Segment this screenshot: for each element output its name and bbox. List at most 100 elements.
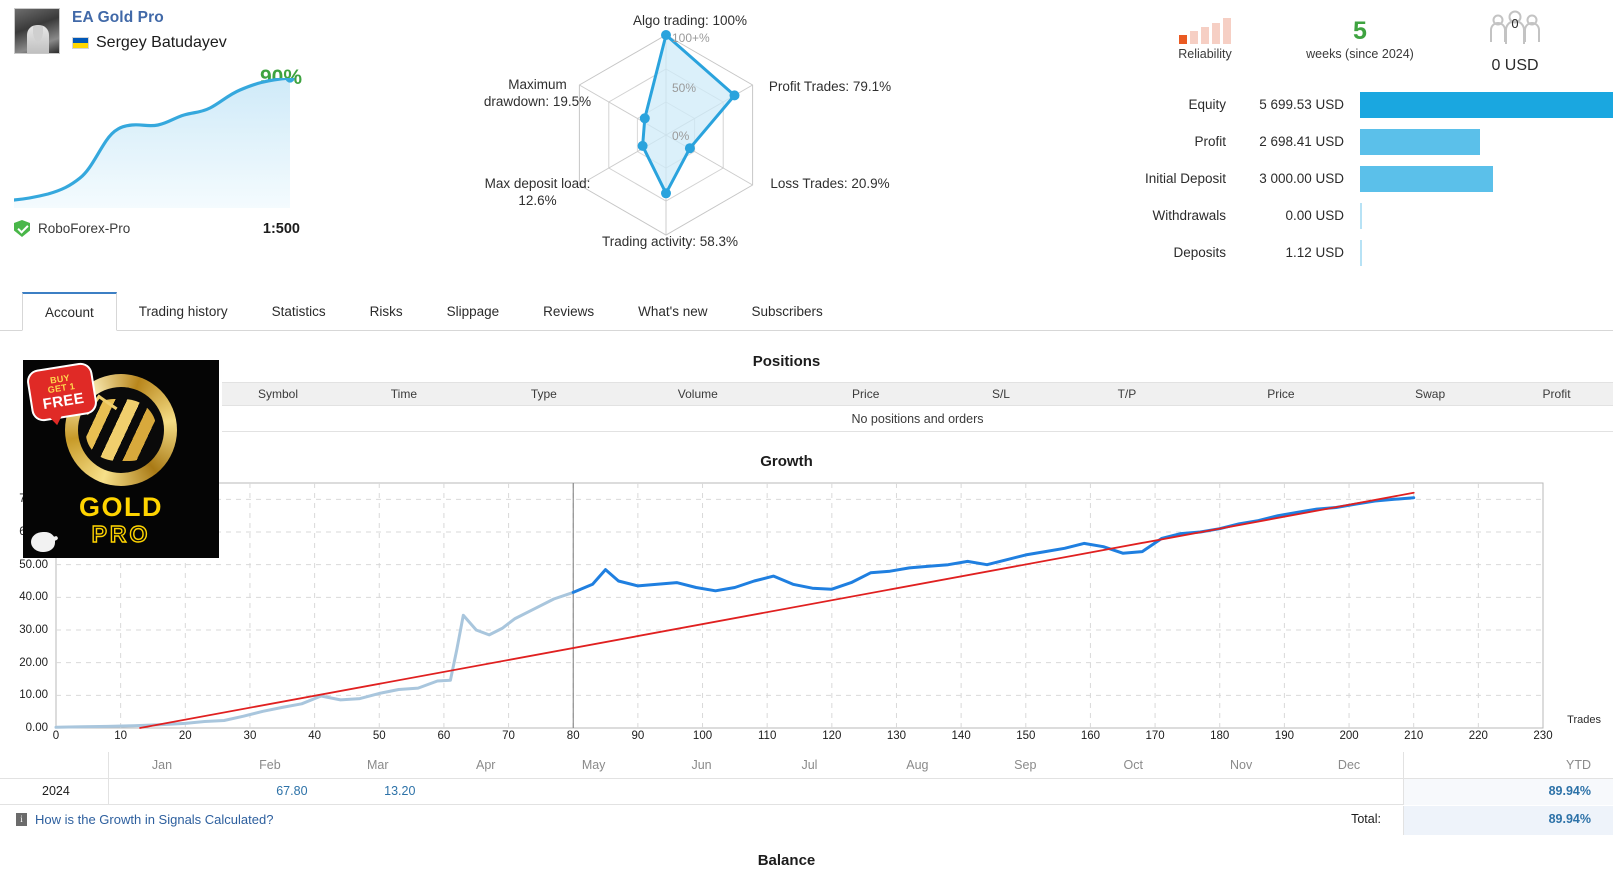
radar-svg: 100+% 50% 0% xyxy=(578,30,754,236)
growth-month-label: Aug xyxy=(906,758,929,772)
positions-column-header[interactable]: Volume xyxy=(614,387,782,401)
column-divider xyxy=(108,752,109,779)
tab-slippage[interactable]: Slippage xyxy=(425,292,522,331)
subscribers-people-icon: 0 xyxy=(1490,10,1540,44)
growth-x-tick: 210 xyxy=(1404,730,1424,742)
growth-x-tick: 160 xyxy=(1080,730,1101,742)
growth-x-tick: 230 xyxy=(1533,730,1553,742)
growth-y-tick: 40.00 xyxy=(19,591,48,604)
positions-column-header[interactable]: Price xyxy=(782,387,950,401)
signal-title[interactable]: EA Gold Pro xyxy=(72,9,227,27)
growth-x-tick: 100 xyxy=(692,730,713,742)
positions-column-header[interactable]: Symbol xyxy=(222,387,334,401)
chart-series xyxy=(571,496,1416,594)
radar-ring-outer: 100+% xyxy=(672,31,710,45)
subscribers-usd: 0 USD xyxy=(1491,57,1539,74)
growth-x-tick: 180 xyxy=(1210,730,1230,742)
ad-title-gold: GOLD xyxy=(79,492,163,522)
subscribers-badge[interactable]: 0 0 USD xyxy=(1450,10,1580,75)
account-metrics-table: Equity 5 699.53 USD Profit 2 698.41 USD Init… xyxy=(1040,86,1613,271)
tab-risks[interactable]: Risks xyxy=(348,292,425,331)
account-metric-bar xyxy=(1360,202,1362,229)
account-metric-row: Profit 2 698.41 USD xyxy=(1040,123,1613,160)
growth-x-tick: 90 xyxy=(631,730,645,742)
account-metric-value: 1.12 USD xyxy=(1285,245,1344,260)
growth-month-label: Oct xyxy=(1123,758,1143,772)
performance-radar-chart: 100+% 50% 0% Algo trading: 100% Profit T… xyxy=(460,0,910,270)
account-metric-name: Profit xyxy=(1194,134,1226,149)
account-metric-bar xyxy=(1360,165,1494,192)
account-metric-name: Deposits xyxy=(1173,245,1226,260)
radar-label-trading-activity: Trading activity: 58.3% xyxy=(601,234,739,249)
radar-label-max-deposit-load: Max deposit load: 12.6% xyxy=(484,176,591,208)
positions-table-header: Symbol Time Type Volume Price S/L T/P Price Swap… xyxy=(222,382,1613,406)
growth-x-tick: 30 xyxy=(243,730,257,742)
signal-author-row: Sergey Batudayev xyxy=(72,34,227,52)
ad-rhino-icon xyxy=(31,532,55,552)
leverage-value: 1:500 xyxy=(262,220,300,237)
signal-footer: RoboForex-Pro 1:500 xyxy=(0,218,320,237)
tab-trading-history[interactable]: Trading history xyxy=(117,292,250,331)
verified-shield-icon xyxy=(14,220,30,237)
growth-x-tick: 130 xyxy=(886,730,907,742)
radar-label-max-drawdown: Maximum drawdown: 19.5% xyxy=(483,77,592,109)
growth-x-tick: 40 xyxy=(308,730,321,742)
account-metric-bar-cell xyxy=(1360,91,1613,118)
tab-reviews[interactable]: Reviews xyxy=(521,292,616,331)
growth-month-label: Apr xyxy=(475,758,496,772)
growth-year-ytd-value: 89.94% xyxy=(1548,784,1591,798)
growth-x-tick: 150 xyxy=(1016,730,1036,742)
tab-account[interactable]: Account xyxy=(22,292,117,331)
radar-label-algo-trading: Algo trading: 100% xyxy=(632,13,748,28)
growth-month-label: Feb xyxy=(259,758,281,772)
weeks-value: 5 xyxy=(1353,17,1367,45)
weeks-label: weeks (since 2024) xyxy=(1306,47,1414,61)
positions-column-header[interactable]: Swap xyxy=(1360,387,1500,401)
growth-y-tick: 20.00 xyxy=(19,656,48,669)
radar-ring-inner: 0% xyxy=(672,129,690,143)
positions-column-header[interactable]: S/L xyxy=(950,387,1053,401)
subscribers-count: 0 xyxy=(1511,16,1518,31)
growth-month-label: Jan xyxy=(151,758,173,772)
reliability-label: Reliability xyxy=(1178,47,1232,61)
account-metric-row: Deposits 1.12 USD xyxy=(1040,234,1613,271)
ad-promo-badge: BUY GET 1 FREE xyxy=(27,363,97,421)
growth-calculation-link[interactable]: How is the Growth in Signals Calculated? xyxy=(16,812,273,827)
account-metric-bar-cell xyxy=(1360,239,1613,266)
tab-statistics[interactable]: Statistics xyxy=(250,292,348,331)
weeks-badge: 5 weeks (since 2024) xyxy=(1280,18,1440,61)
positions-column-header[interactable]: T/P xyxy=(1052,387,1201,401)
account-metric-value: 2 698.41 USD xyxy=(1259,134,1344,149)
radar-label-profit-trades: Profit Trades: 79.1% xyxy=(768,79,892,94)
positions-column-header[interactable]: Profit xyxy=(1500,387,1613,401)
account-metric-bar-cell xyxy=(1360,128,1613,155)
account-metric-bar-cell xyxy=(1360,202,1613,229)
positions-column-header[interactable]: Type xyxy=(474,387,614,401)
positions-column-header[interactable]: Price xyxy=(1202,387,1361,401)
ad-banner[interactable]: BUY GET 1 FREE GOLD PRO xyxy=(23,360,219,558)
broker-row[interactable]: RoboForex-Pro xyxy=(14,220,130,237)
growth-year-row: 67.80 13.20 2024 89.94% xyxy=(0,779,1613,805)
growth-x-tick: 10 xyxy=(114,730,128,742)
positions-empty-message: No positions and orders xyxy=(222,406,1613,432)
header-badges: Reliability 5 weeks (since 2024) 0 0 USD xyxy=(1130,6,1610,76)
account-metric-bar xyxy=(1360,91,1613,118)
growth-month-value: 13.20 xyxy=(384,784,416,798)
growth-x-tick: 220 xyxy=(1468,730,1488,742)
growth-x-tick: 80 xyxy=(566,730,580,742)
signal-card: EA Gold Pro Sergey Batudayev 90% RoboFor… xyxy=(0,0,320,237)
growth-month-label: Jul xyxy=(801,758,818,772)
positions-column-header[interactable]: Time xyxy=(334,387,474,401)
summary-header: EA Gold Pro Sergey Batudayev 90% RoboFor… xyxy=(0,0,1613,278)
growth-x-tick: 190 xyxy=(1274,730,1294,742)
growth-month-label: Nov xyxy=(1230,758,1253,772)
growth-x-tick: 110 xyxy=(758,730,777,742)
growth-x-tick: 50 xyxy=(372,730,386,742)
balance-section-title: Balance xyxy=(757,852,816,869)
column-divider xyxy=(108,779,109,805)
tab-subscribers[interactable]: Subscribers xyxy=(730,292,845,331)
chart-series xyxy=(139,491,1415,729)
tab-what-s-new[interactable]: What's new xyxy=(616,292,729,331)
growth-y-tick: 50.00 xyxy=(19,558,48,571)
reliability-badge[interactable]: Reliability xyxy=(1150,18,1260,61)
